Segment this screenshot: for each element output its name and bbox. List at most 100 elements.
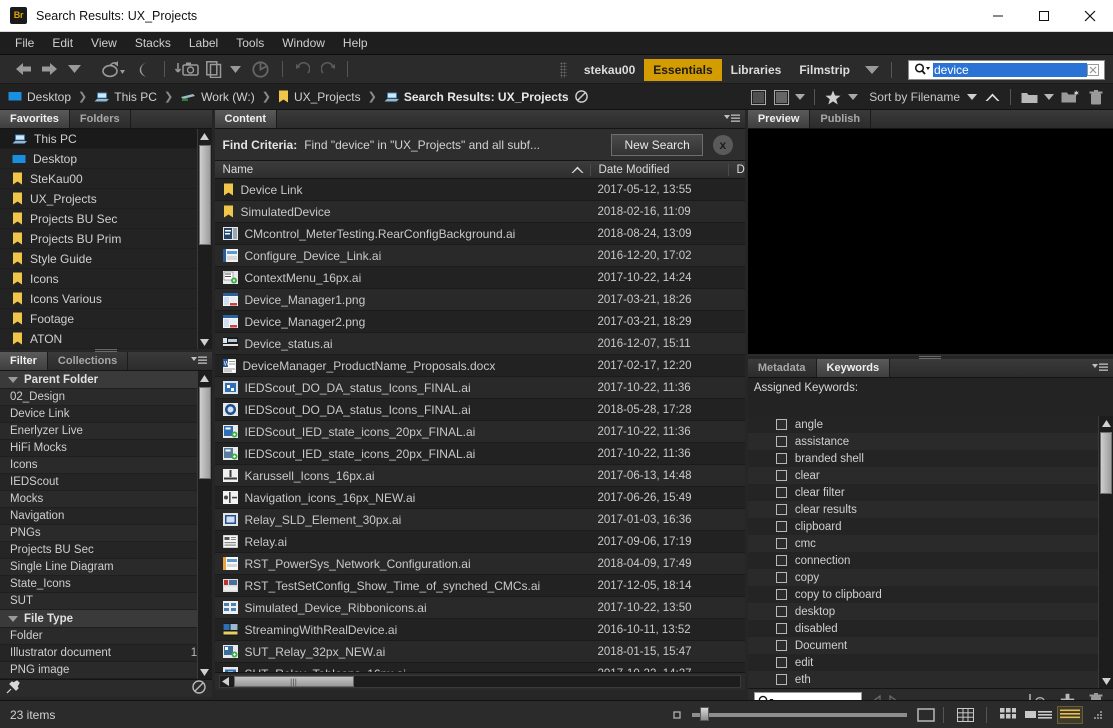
filter-row[interactable]: Projects BU Sec1 xyxy=(0,542,212,559)
filter-row[interactable]: IEDScout2 xyxy=(0,474,212,491)
new-search-button[interactable]: New Search xyxy=(611,133,703,156)
tab-folders[interactable]: Folders xyxy=(70,110,131,128)
keyword-checkbox[interactable] xyxy=(775,674,787,685)
keyword-checkbox[interactable] xyxy=(775,487,787,498)
filter-row[interactable]: HiFi Mocks1 xyxy=(0,440,212,457)
menu-label[interactable]: Label xyxy=(180,34,227,52)
resize-grip-icon[interactable] xyxy=(1093,710,1103,720)
open-recent-dropdown-icon[interactable] xyxy=(1041,85,1057,109)
menu-stacks[interactable]: Stacks xyxy=(126,34,180,52)
filter-row[interactable]: State_Icons2 xyxy=(0,576,212,593)
details-view-icon[interactable] xyxy=(1023,706,1053,724)
thumbnail-size-slider[interactable] xyxy=(692,706,907,721)
new-folder-icon[interactable] xyxy=(1057,85,1083,109)
preview-area[interactable] xyxy=(747,129,1113,354)
filter-row[interactable]: Folder2 xyxy=(0,628,212,645)
column-header-extra[interactable]: D xyxy=(727,163,745,176)
reveal-icon[interactable] xyxy=(98,57,128,81)
breadcrumb-item-this-pc[interactable]: This PC xyxy=(94,90,157,104)
clear-filter-icon[interactable] xyxy=(191,680,206,697)
thumbnail-size-knob[interactable] xyxy=(700,706,709,721)
table-row[interactable]: Device_Manager1.png 2017-03-21, 18:26 xyxy=(214,289,745,311)
menu-edit[interactable]: Edit xyxy=(43,34,82,52)
sort-ascending-icon[interactable] xyxy=(980,85,1004,109)
list-item[interactable]: branded shell xyxy=(747,450,1113,467)
close-search-button[interactable]: x xyxy=(712,134,733,155)
search-input[interactable]: device xyxy=(908,59,1105,80)
horizontal-scrollbar[interactable]: ||| xyxy=(218,675,741,688)
list-item[interactable]: desktop xyxy=(747,603,1113,620)
list-item[interactable]: cmc xyxy=(747,535,1113,552)
boomerang-icon[interactable] xyxy=(128,57,158,81)
get-photos-camera-icon[interactable] xyxy=(171,57,203,81)
large-thumbnail-icon[interactable] xyxy=(917,707,935,723)
favorite-item-ux-projects[interactable]: UX_Projects xyxy=(0,189,212,209)
scroll-down-icon[interactable] xyxy=(198,665,212,679)
scroll-up-icon[interactable] xyxy=(198,129,212,143)
workspace-stekau00[interactable]: stekau00 xyxy=(575,59,644,81)
column-header-date-modified[interactable]: Date Modified xyxy=(589,163,728,176)
list-item[interactable]: copy to clipboard xyxy=(747,586,1113,603)
keywords-scrollbar[interactable] xyxy=(1098,416,1113,688)
keyword-checkbox[interactable] xyxy=(775,589,787,600)
table-row[interactable]: IEDScout_IED_state_icons_20px_FINAL.ai 2… xyxy=(214,443,745,465)
panel-menu-icon[interactable] xyxy=(723,113,740,127)
scroll-down-icon[interactable] xyxy=(198,335,212,349)
filter-icon[interactable] xyxy=(746,85,770,109)
keyword-checkbox[interactable] xyxy=(775,419,787,430)
open-in-camera-raw-icon[interactable] xyxy=(244,57,276,81)
sort-dropdown-icon[interactable] xyxy=(964,85,980,109)
keywords-scroll-thumb[interactable] xyxy=(1100,432,1112,494)
favorite-item-projects-bu-prim[interactable]: Projects BU Prim xyxy=(0,229,212,249)
scroll-up-icon[interactable] xyxy=(198,371,212,385)
open-recent-icon[interactable] xyxy=(1017,85,1041,109)
table-row[interactable]: StreamingWithRealDevice.ai 2016-10-11, 1… xyxy=(214,619,745,641)
list-item[interactable]: disabled xyxy=(747,620,1113,637)
filter-row[interactable]: Enerlyzer Live2 xyxy=(0,423,212,440)
favorite-item-this-pc[interactable]: This PC xyxy=(0,129,212,149)
breadcrumb-item-work-drive[interactable]: Work (W:) xyxy=(180,90,255,104)
table-row[interactable]: Device Link 2017-05-12, 13:55 xyxy=(214,179,745,201)
list-item[interactable]: eth xyxy=(747,671,1113,688)
table-row[interactable]: RST_PowerSys_Network_Configuration.ai 20… xyxy=(214,553,745,575)
menu-window[interactable]: Window xyxy=(273,34,334,52)
refine-dropdown-icon[interactable] xyxy=(227,57,244,81)
filter-scrollbar[interactable] xyxy=(196,371,212,679)
workspace-filmstrip[interactable]: Filmstrip xyxy=(790,59,859,81)
filter-row[interactable]: Single Line Diagram3 xyxy=(0,559,212,576)
clear-search-icon[interactable] xyxy=(1087,63,1099,76)
scroll-left-icon[interactable] xyxy=(221,677,229,686)
tab-filter[interactable]: Filter xyxy=(0,352,48,370)
filter-row[interactable]: PNG image2 xyxy=(0,662,212,679)
maximize-button[interactable] xyxy=(1021,0,1067,32)
filter-row[interactable]: Navigation1 xyxy=(0,508,212,525)
table-row[interactable]: Karussell_Icons_16px.ai 2017-06-13, 14:4… xyxy=(214,465,745,487)
list-item[interactable]: clear filter xyxy=(747,484,1113,501)
column-header-name[interactable]: Name xyxy=(215,164,590,176)
keyword-checkbox[interactable] xyxy=(775,436,787,447)
table-row[interactable]: SimulatedDevice 2018-02-16, 11:09 xyxy=(214,201,745,223)
small-thumbnail-icon[interactable] xyxy=(672,710,682,720)
search-value[interactable]: device xyxy=(933,62,1087,77)
favorite-item-desktop[interactable]: Desktop xyxy=(0,149,212,169)
thumbnail-quality-icon[interactable] xyxy=(770,85,792,109)
favorite-item-projects-bu-sec[interactable]: Projects BU Sec xyxy=(0,209,212,229)
keyword-checkbox[interactable] xyxy=(775,555,787,566)
list-item[interactable]: clear xyxy=(747,467,1113,484)
workspace-libraries[interactable]: Libraries xyxy=(722,59,791,81)
list-item[interactable]: Document xyxy=(747,637,1113,654)
list-item[interactable]: clear results xyxy=(747,501,1113,518)
list-view-icon[interactable] xyxy=(1057,705,1083,724)
filter-row[interactable]: Device Link3 xyxy=(0,406,212,423)
workspace-more-dropdown-icon[interactable] xyxy=(859,58,885,82)
favorites-scrollbar[interactable] xyxy=(196,129,212,349)
table-row[interactable]: SUT_Relay_32px_NEW.ai 2018-01-15, 15:47 xyxy=(214,641,745,663)
menu-tools[interactable]: Tools xyxy=(227,34,273,52)
list-item[interactable]: clipboard xyxy=(747,518,1113,535)
tab-keywords[interactable]: Keywords xyxy=(816,359,891,377)
table-row[interactable]: Simulated_Device_Ribbonicons.ai 2017-10-… xyxy=(214,597,745,619)
tab-content[interactable]: Content xyxy=(214,110,278,128)
filter-row[interactable]: Illustrator document18 xyxy=(0,645,212,662)
tab-publish[interactable]: Publish xyxy=(810,110,872,128)
breadcrumb-item-ux-projects[interactable]: UX_Projects xyxy=(278,90,361,104)
